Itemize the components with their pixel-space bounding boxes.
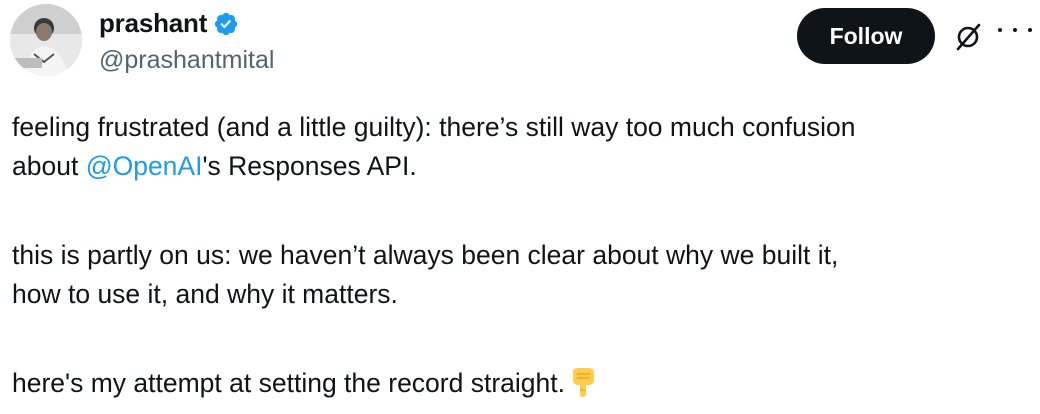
tweet-line: feeling frustrated (and a little guilty)…: [12, 112, 856, 142]
ellipsis-dot: [1013, 28, 1017, 32]
tweet-line: how to use it, and why it matters.: [12, 279, 398, 309]
ellipsis-dot: [998, 28, 1002, 32]
tweet-paragraph-1: feeling frustrated (and a little guilty)…: [12, 108, 1032, 186]
tweet-line: about @OpenAI's Responses API.: [12, 147, 1032, 186]
avatar[interactable]: [10, 4, 82, 76]
ellipsis-dot: [1028, 28, 1032, 32]
author-name-row: prashant: [99, 8, 239, 39]
grok-slash-icon[interactable]: [953, 22, 983, 52]
display-name[interactable]: prashant: [99, 8, 207, 39]
tweet-paragraph-2: this is partly on us: we haven’t always …: [12, 236, 1032, 314]
mention-link-openai[interactable]: @OpenAI: [86, 151, 203, 181]
follow-button[interactable]: Follow: [797, 8, 935, 64]
tweet-line: here's my attempt at setting the record …: [12, 368, 565, 398]
tweet-text-segment: about: [12, 151, 86, 181]
verified-badge-icon[interactable]: [213, 11, 239, 37]
tweet-line: this is partly on us: we haven’t always …: [12, 240, 839, 270]
tweet-paragraph-3: here's my attempt at setting the record …: [12, 364, 1032, 403]
ellipsis-icon[interactable]: [998, 22, 1032, 38]
backhand-index-pointing-down-emoji: [569, 366, 597, 398]
tweet-text-segment: 's Responses API.: [202, 151, 417, 181]
tweet: prashant @prashantmital Follow feeling f…: [0, 0, 1040, 414]
author-handle[interactable]: @prashantmital: [99, 46, 274, 75]
